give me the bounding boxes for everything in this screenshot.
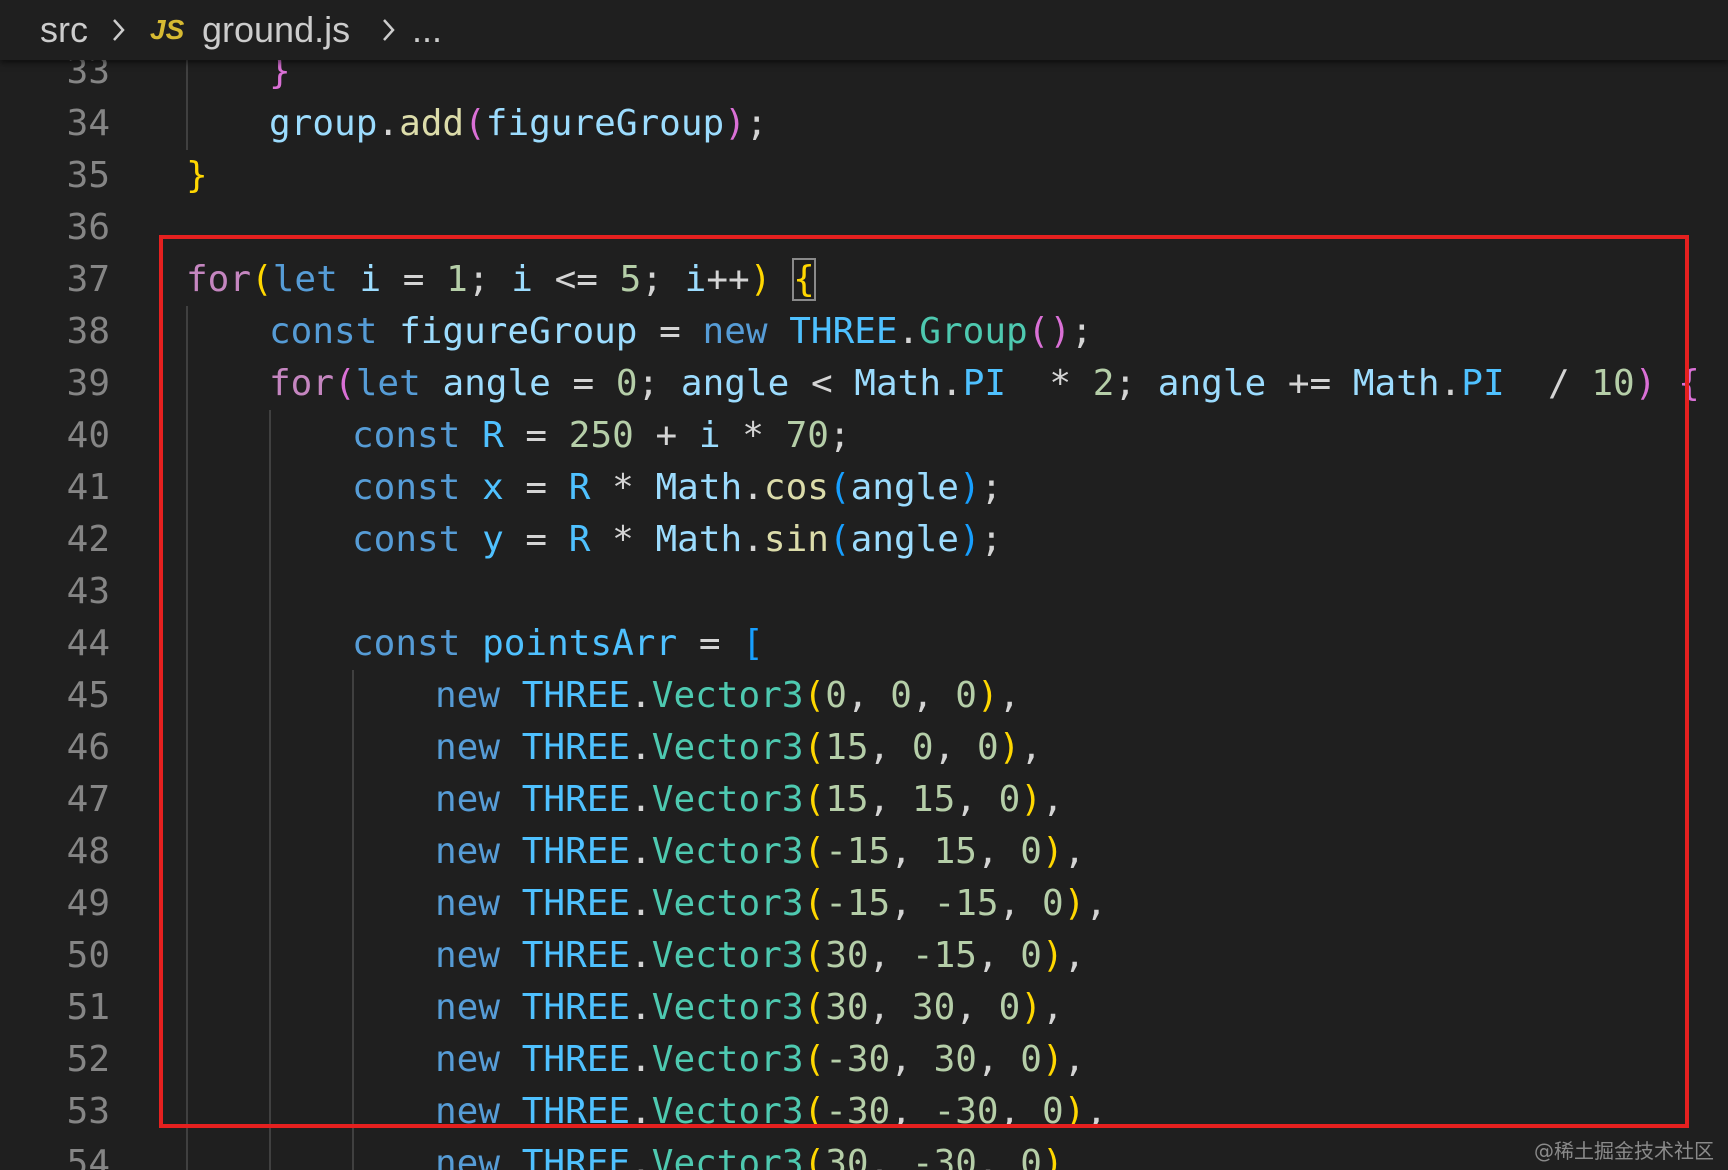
breadcrumb-file[interactable]: ground.js bbox=[202, 8, 350, 52]
code-line[interactable]: new THREE.Vector3(30, -30, 0) bbox=[435, 1138, 1064, 1170]
line-number: 51 bbox=[66, 987, 110, 1028]
code-token: , bbox=[976, 1143, 1021, 1170]
code-token: ) bbox=[1041, 1143, 1064, 1170]
line-number: 34 bbox=[66, 103, 110, 144]
javascript-file-icon: JS bbox=[150, 14, 185, 45]
indent-guide bbox=[186, 46, 188, 150]
code-line[interactable]: group.add(figureGroup); bbox=[269, 98, 768, 150]
line-number: 50 bbox=[66, 935, 110, 976]
line-number: 54 bbox=[66, 1143, 110, 1170]
code-token: ) bbox=[724, 103, 746, 144]
breadcrumb-folder[interactable]: src bbox=[40, 8, 88, 52]
breadcrumb: src JS ground.js ... bbox=[0, 0, 1728, 60]
chevron-right-icon bbox=[113, 19, 125, 41]
line-number: 48 bbox=[66, 831, 110, 872]
line-number: 36 bbox=[66, 207, 110, 248]
line-number: 42 bbox=[66, 519, 110, 560]
chevron-right-icon bbox=[383, 19, 395, 41]
line-number: 38 bbox=[66, 311, 110, 352]
code-line[interactable]: } bbox=[186, 150, 208, 202]
line-number: 43 bbox=[66, 571, 110, 612]
line-number: 44 bbox=[66, 623, 110, 664]
code-token: ( bbox=[803, 1143, 826, 1170]
code-token: group bbox=[269, 103, 378, 144]
code-token: . bbox=[377, 103, 400, 144]
code-token: , bbox=[868, 1143, 912, 1170]
code-token: figureGroup bbox=[485, 103, 725, 144]
line-number: 53 bbox=[66, 1091, 110, 1132]
line-number: 52 bbox=[66, 1039, 110, 1080]
code-token: 30 bbox=[825, 1143, 869, 1170]
code-editor[interactable]: 33 34 35 36 37 38 39 40 41 42 43 44 45 46 47 48 49 50 51 52… bbox=[0, 0, 1728, 1170]
line-number: 49 bbox=[66, 883, 110, 924]
watermark: @稀土掘金技术社区 bbox=[1534, 1139, 1714, 1163]
line-number: 45 bbox=[66, 675, 110, 716]
line-number: 39 bbox=[66, 363, 110, 404]
code-token: ; bbox=[745, 103, 768, 144]
line-number: 41 bbox=[66, 467, 110, 508]
line-number: 35 bbox=[66, 155, 110, 196]
code-token: } bbox=[186, 155, 208, 196]
highlight-annotation-box bbox=[159, 235, 1689, 1128]
code-token: add bbox=[399, 103, 465, 144]
code-token: . bbox=[630, 1143, 652, 1170]
code-token: THREE bbox=[521, 1143, 631, 1170]
line-number: 40 bbox=[66, 415, 110, 456]
line-number: 37 bbox=[66, 259, 110, 300]
line-number: 46 bbox=[66, 727, 110, 768]
code-token: Vector3 bbox=[651, 1143, 804, 1170]
code-token: 0 bbox=[1020, 1143, 1042, 1170]
line-number: 47 bbox=[66, 779, 110, 820]
code-token: -30 bbox=[911, 1143, 977, 1170]
breadcrumb-more[interactable]: ... bbox=[412, 8, 442, 52]
code-token: ( bbox=[464, 103, 486, 144]
code-token: new bbox=[435, 1143, 501, 1170]
